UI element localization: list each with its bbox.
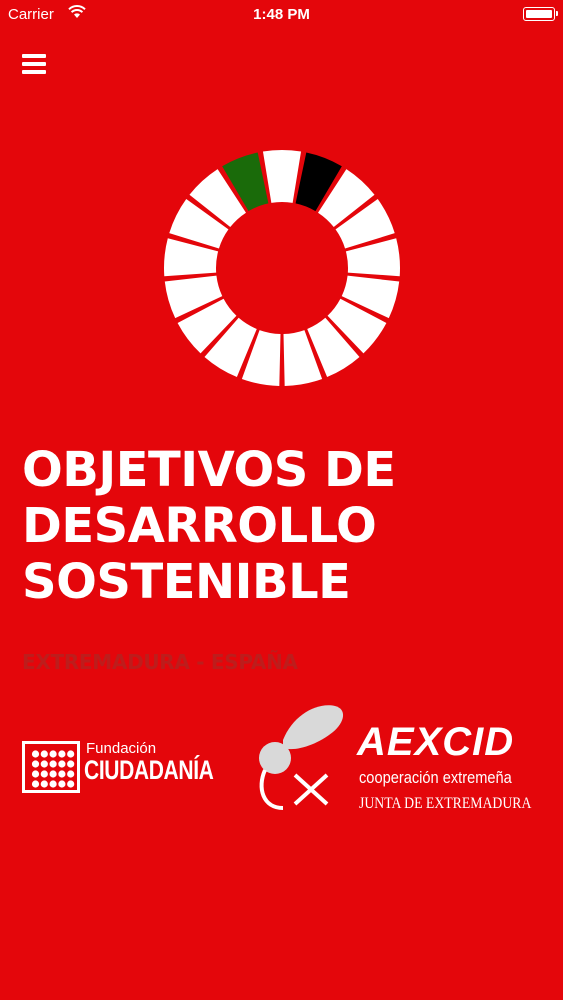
aexcid-logo: AEXCID cooperación extremeña JUNTA DE EX…: [255, 700, 545, 820]
region-subtitle: EXTREMADURA - ESPAÑA: [22, 650, 298, 674]
sdg-wheel-icon: [164, 150, 400, 386]
title-line-1: OBJETIVOS DE: [22, 442, 396, 498]
aexcid-name-label: AEXCID: [357, 720, 515, 764]
junta-extremadura-label: JUNTA DE EXTREMADURA: [359, 795, 532, 812]
battery-icon: [523, 7, 558, 21]
menu-icon[interactable]: [22, 54, 46, 76]
status-bar: Carrier 1:48 PM: [0, 0, 563, 30]
ciudadania-label: CIUDADANÍA: [84, 755, 214, 785]
aexcid-tagline-label: cooperación extremeña: [359, 768, 512, 787]
fundacion-logo-mark-icon: [22, 741, 80, 793]
title-line-3: SOSTENIBLE: [22, 554, 351, 610]
wheel-segment: [262, 150, 302, 203]
status-time: 1:48 PM: [253, 6, 310, 23]
aexcid-logo-mark-icon: [259, 705, 344, 810]
fundacion-ciudadania-logo: Fundación CIUDADANÍA: [22, 738, 232, 798]
title-line-2: DESARROLLO: [22, 498, 377, 554]
page-title: OBJETIVOS DE DESARROLLO SOSTENIBLE: [22, 442, 552, 610]
